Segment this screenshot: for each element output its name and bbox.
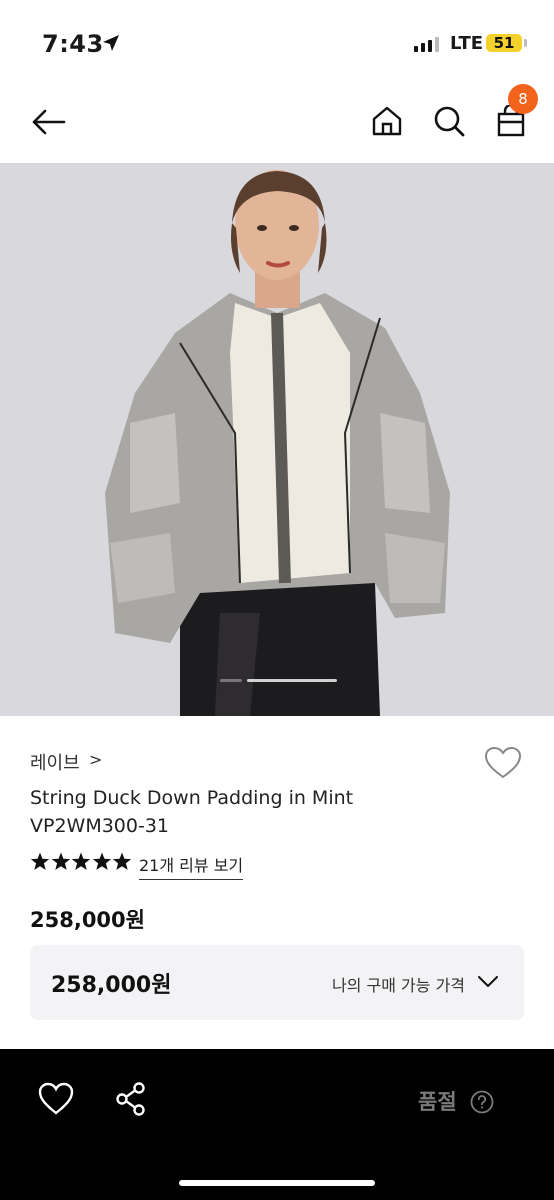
- battery-cap: [524, 39, 527, 47]
- search-icon: [434, 106, 465, 137]
- help-question-icon[interactable]: [470, 1090, 494, 1114]
- share-icon[interactable]: [115, 1082, 149, 1116]
- battery-icon: 51: [486, 34, 522, 52]
- heart-icon[interactable]: [38, 1082, 74, 1116]
- my-price-label: 나의 구매 가능 가격: [332, 976, 466, 995]
- heart-icon: [484, 746, 522, 779]
- location-arrow-icon: [103, 35, 119, 51]
- back-arrow-icon: [32, 109, 66, 135]
- chevron-right-icon: >: [89, 750, 103, 769]
- star-icon: [30, 852, 50, 870]
- product-title: String Duck Down Padding in Mint VP2WM30…: [30, 784, 510, 840]
- chevron-down-icon: [478, 976, 498, 987]
- carousel-indicator: [247, 679, 337, 682]
- star-icon: [92, 852, 111, 870]
- reviews-link[interactable]: 21개 리뷰 보기: [139, 852, 244, 880]
- home-indicator: [179, 1180, 375, 1186]
- star-icon: [112, 852, 132, 870]
- product-photo: [0, 163, 554, 716]
- star-icon: [51, 852, 70, 870]
- carousel-indicator-track: [220, 679, 242, 682]
- brand-link[interactable]: 레이브: [30, 749, 80, 775]
- network-label: LTE: [450, 33, 484, 54]
- star-rating: [30, 852, 133, 871]
- cart-count-badge: 8: [508, 84, 538, 114]
- bottom-action-bar: 품절: [0, 1049, 554, 1200]
- product-code: VP2WM300-31: [30, 815, 170, 837]
- product-name: String Duck Down Padding in Mint: [30, 787, 354, 809]
- status-bar: 7:43 LTE 51: [0, 0, 554, 80]
- home-icon: [372, 106, 402, 136]
- product-info: 레이브 > String Duck Down Padding in Mint V…: [0, 716, 554, 1049]
- search-button[interactable]: [430, 102, 468, 140]
- sold-out-label: 품절: [418, 1090, 457, 1114]
- wishlist-button[interactable]: [484, 746, 524, 784]
- product-price: 258,000원: [30, 908, 145, 932]
- home-button[interactable]: [368, 102, 406, 140]
- star-icon: [71, 852, 91, 870]
- back-button[interactable]: [28, 102, 68, 142]
- signal-icon: [414, 37, 439, 52]
- top-nav: [0, 80, 554, 162]
- my-price-value: 258,000원: [51, 973, 172, 998]
- status-time: 7:43: [42, 30, 104, 58]
- my-price-dropdown[interactable]: 258,000원 나의 구매 가능 가격: [30, 945, 524, 1020]
- product-image-carousel[interactable]: [0, 163, 554, 716]
